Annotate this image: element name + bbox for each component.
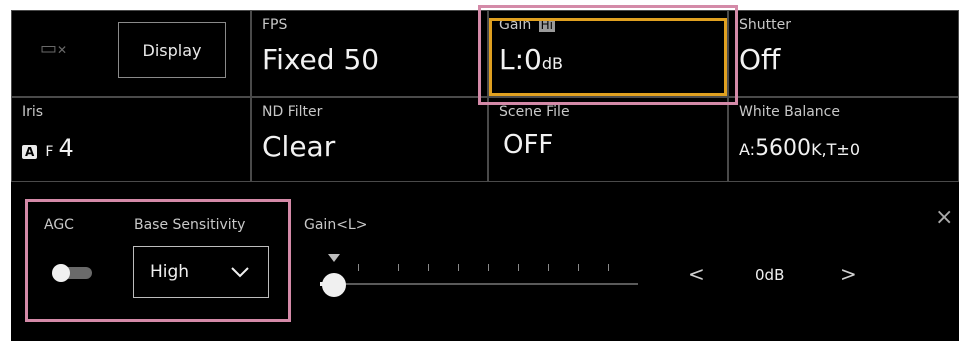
display-toggle-cell: ▭✕ Display [11, 10, 251, 97]
no-monitor-icon: ▭✕ [40, 38, 68, 59]
white-balance-value: A:5600K,T±0 [739, 136, 860, 161]
iris-value: A F 4 [22, 134, 74, 162]
wb-mode: A: [739, 140, 756, 159]
wb-unit: K, [811, 140, 827, 159]
gain-increase-button[interactable]: > [840, 262, 857, 286]
display-button-label: Display [142, 40, 202, 60]
scene-file-cell[interactable]: Scene File OFF [488, 97, 728, 182]
fps-label: FPS [262, 17, 288, 33]
auto-iris-icon: A [22, 144, 38, 159]
shutter-cell[interactable]: Shutter Off [728, 10, 959, 97]
slider-tick [518, 264, 519, 271]
slider-tick [608, 264, 609, 271]
nd-filter-value: Clear [262, 130, 336, 163]
gain-slider-label: Gain<L> [304, 217, 368, 233]
nd-filter-cell[interactable]: ND Filter Clear [251, 97, 488, 182]
iris-label: Iris [22, 104, 44, 120]
white-balance-label: White Balance [739, 104, 840, 120]
gain-selection-frame [489, 18, 727, 96]
fps-cell[interactable]: FPS Fixed 50 [251, 10, 488, 97]
scene-file-label: Scene File [499, 104, 570, 120]
slider-tick [358, 264, 359, 271]
gain-slider-track [320, 283, 638, 285]
nd-filter-label: ND Filter [262, 104, 323, 120]
gain-value-readout: 0dB [755, 266, 785, 284]
fps-value: Fixed 50 [262, 43, 380, 76]
shutter-value: Off [739, 43, 781, 76]
iris-f-number: 4 [58, 134, 74, 162]
display-button[interactable]: Display [118, 22, 226, 78]
slider-tick [488, 264, 489, 271]
slider-tick [398, 264, 399, 271]
slider-tick [548, 264, 549, 271]
slider-tick [458, 264, 459, 271]
gain-slider[interactable] [320, 250, 638, 300]
slider-marker-icon [328, 254, 340, 262]
close-icon[interactable]: × [935, 207, 953, 229]
scene-file-value: OFF [503, 130, 554, 160]
iris-cell[interactable]: Iris A F 4 [11, 97, 251, 182]
agc-sensitivity-highlight [25, 199, 291, 322]
gain-slider-knob[interactable] [322, 273, 346, 297]
slider-tick [428, 264, 429, 271]
shutter-label: Shutter [739, 17, 791, 33]
white-balance-cell[interactable]: White Balance A:5600K,T±0 [728, 97, 959, 182]
gain-decrease-button[interactable]: < [688, 262, 705, 286]
slider-tick [578, 264, 579, 271]
wb-tint: T±0 [826, 140, 860, 159]
iris-f-prefix: F [45, 144, 54, 160]
wb-kelvin: 5600 [755, 136, 812, 161]
